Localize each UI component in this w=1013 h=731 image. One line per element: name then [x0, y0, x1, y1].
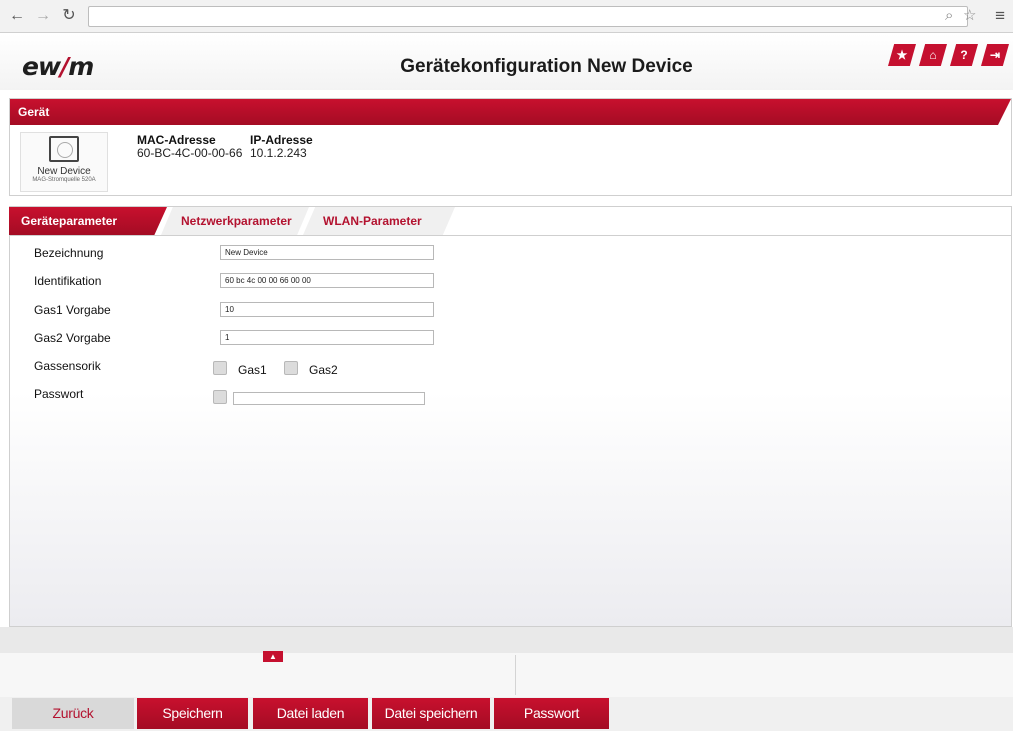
- gassensorik-label: Gassensorik: [34, 359, 101, 373]
- datei-speichern-button[interactable]: Datei speichern: [372, 698, 490, 729]
- status-strip: [0, 627, 1013, 653]
- device-card-type: MAG-Stromquelle 520A: [32, 177, 96, 183]
- device-section-title: Gerät: [10, 99, 1011, 125]
- collapse-toggle-icon[interactable]: ▲: [263, 651, 283, 662]
- zurueck-button[interactable]: Zurück: [12, 698, 134, 729]
- passwort-button[interactable]: Passwort: [494, 698, 609, 729]
- gas1-checkbox[interactable]: [213, 361, 227, 375]
- tab-netzwerkparameter[interactable]: Netzwerkparameter: [161, 207, 309, 235]
- tab-bar: WLAN-Parameter Netzwerkparameter Gerätep…: [9, 206, 1012, 235]
- star-icon[interactable]: ★: [888, 44, 916, 66]
- device-panel: Gerät New Device MAG-Stromquelle 520A MA…: [9, 98, 1012, 196]
- gas2-checkbox-label: Gas2: [309, 363, 338, 377]
- datei-laden-button[interactable]: Datei laden: [253, 698, 368, 729]
- address-bar[interactable]: [88, 6, 968, 27]
- tab-wlan-parameter[interactable]: WLAN-Parameter: [303, 207, 455, 235]
- gas2-checkbox[interactable]: [284, 361, 298, 375]
- gas1-checkbox-label: Gas1: [238, 363, 267, 377]
- logout-icon[interactable]: ⇥: [981, 44, 1009, 66]
- bezeichnung-input[interactable]: [220, 245, 434, 260]
- forward-icon[interactable]: →: [34, 7, 52, 25]
- header-actions: ★ ⌂ ? ⇥: [888, 44, 1009, 66]
- help-icon[interactable]: ?: [950, 44, 978, 66]
- mac-label: MAC-Adresse: [137, 133, 216, 147]
- home-icon[interactable]: ⌂: [919, 44, 947, 66]
- tab-geraeteparameter[interactable]: Geräteparameter: [9, 207, 167, 235]
- passwort-label: Passwort: [34, 387, 84, 401]
- identifikation-input[interactable]: [220, 273, 434, 288]
- bezeichnung-label: Bezeichnung: [34, 246, 104, 260]
- app-header: ew/m Gerätekonfiguration New Device ★ ⌂ …: [0, 34, 1013, 90]
- info-divider: [515, 655, 516, 695]
- device-card[interactable]: New Device MAG-Stromquelle 520A: [20, 132, 108, 192]
- passwort-checkbox[interactable]: [213, 390, 227, 404]
- identifikation-label: Identifikation: [34, 274, 102, 288]
- gas2-input[interactable]: [220, 330, 434, 345]
- mac-value: 60-BC-4C-00-00-66: [137, 146, 243, 160]
- search-icon[interactable]: ⌕: [945, 7, 953, 25]
- page-title: Gerätekonfiguration New Device: [400, 56, 693, 77]
- welding-machine-icon: [49, 136, 79, 162]
- bookmark-star-icon[interactable]: ☆: [963, 7, 976, 25]
- passwort-input[interactable]: [233, 392, 425, 405]
- device-card-name: New Device: [37, 166, 91, 177]
- menu-icon[interactable]: ≡: [995, 6, 1005, 26]
- gas1-input[interactable]: [220, 302, 434, 317]
- gas2-label: Gas2 Vorgabe: [34, 331, 111, 345]
- back-icon[interactable]: ←: [8, 7, 26, 25]
- form-area: Bezeichnung Identifikation Gas1 Vorgabe …: [9, 235, 1012, 627]
- ip-label: IP-Adresse: [250, 133, 313, 147]
- ip-value: 10.1.2.243: [250, 146, 307, 160]
- speichern-button[interactable]: Speichern: [137, 698, 248, 729]
- gas1-label: Gas1 Vorgabe: [34, 303, 111, 317]
- browser-toolbar: ← → ↻ ⌕ ☆ ≡: [0, 0, 1013, 33]
- reload-icon[interactable]: ↻: [60, 7, 78, 25]
- info-area: [0, 653, 1013, 697]
